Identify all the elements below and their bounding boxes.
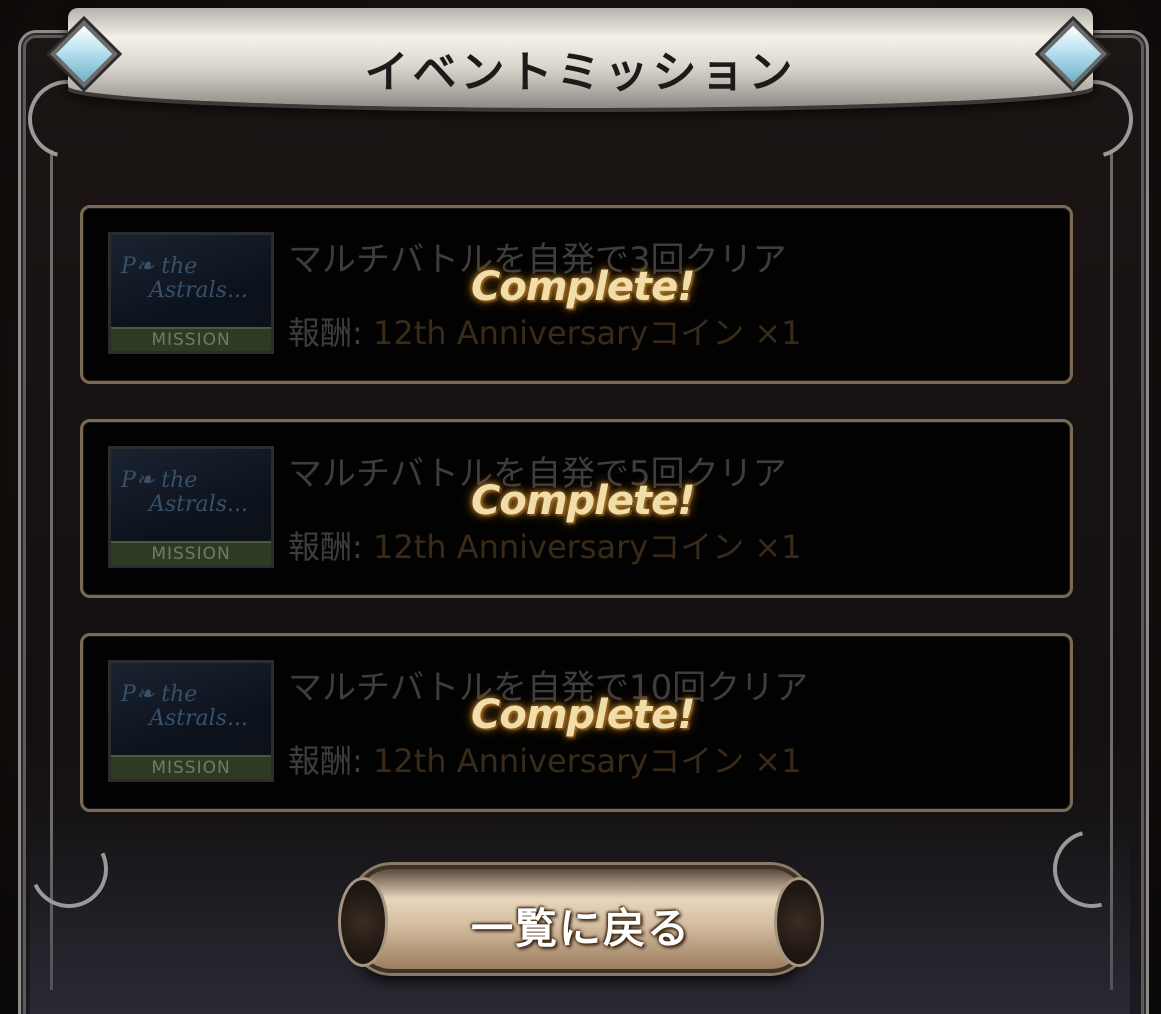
event-mission-dialog: イベントミッション P❧ the Astrals... MISSION マルチバ… [0, 0, 1161, 1014]
mission-card: P❧ the Astrals... MISSION マルチバトルを自発で10回ク… [80, 633, 1073, 812]
thumbnail-mission-tag: MISSION [111, 755, 271, 779]
complete-badge: Complete! [471, 478, 695, 524]
page-title: イベントミッション [364, 47, 797, 98]
mission-reward: 報酬: 12th Anniversaryコイン ×1 [288, 736, 802, 782]
reward-value: 12th Anniversaryコイン ×1 [372, 528, 802, 566]
complete-badge: Complete! [471, 692, 695, 738]
mission-thumbnail: P❧ the Astrals... MISSION [108, 232, 274, 354]
thumbnail-mission-tag: MISSION [111, 541, 271, 565]
reward-value: 12th Anniversaryコイン ×1 [372, 314, 802, 352]
mission-list: P❧ the Astrals... MISSION マルチバトルを自発で3回クリ… [80, 205, 1073, 847]
mission-thumbnail: P❧ the Astrals... MISSION [108, 660, 274, 782]
mission-card: P❧ the Astrals... MISSION マルチバトルを自発で5回クリ… [80, 419, 1073, 598]
mission-reward: 報酬: 12th Anniversaryコイン ×1 [288, 308, 802, 354]
mission-card: P❧ the Astrals... MISSION マルチバトルを自発で3回クリ… [80, 205, 1073, 384]
title-banner: イベントミッション [68, 8, 1093, 108]
reward-value: 12th Anniversaryコイン ×1 [372, 742, 802, 780]
thumbnail-logo-text: P❧ the Astrals... [121, 468, 248, 517]
thumbnail-logo-text: P❧ the Astrals... [121, 682, 248, 731]
mission-thumbnail: P❧ the Astrals... MISSION [108, 446, 274, 568]
back-button-label: 一覧に戻る [470, 904, 691, 953]
reward-label: 報酬: [288, 742, 363, 780]
thumbnail-logo-text: P❧ the Astrals... [121, 254, 248, 303]
mission-reward: 報酬: 12th Anniversaryコイン ×1 [288, 522, 802, 568]
reward-label: 報酬: [288, 314, 363, 352]
thumbnail-mission-tag: MISSION [111, 327, 271, 351]
complete-badge: Complete! [471, 264, 695, 310]
back-to-list-button[interactable]: 一覧に戻る [338, 865, 824, 973]
reward-label: 報酬: [288, 528, 363, 566]
